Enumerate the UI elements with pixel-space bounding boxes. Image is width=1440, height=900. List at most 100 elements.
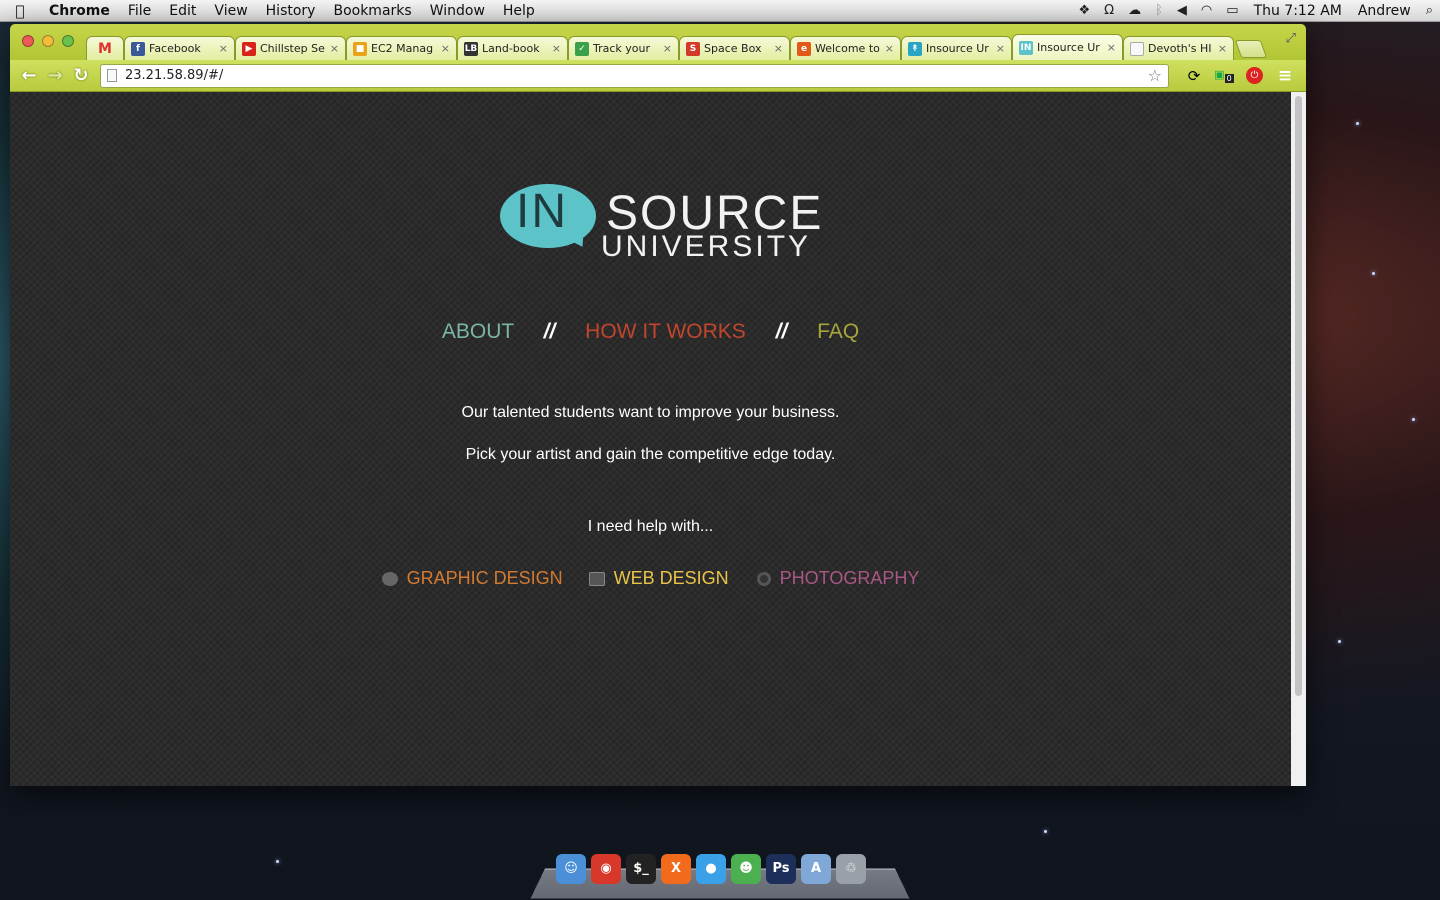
xampp-icon[interactable]: X — [661, 854, 691, 884]
terminal-icon[interactable]: $_ — [626, 854, 656, 884]
address-bar[interactable]: 23.21.58.89/#/ ☆ — [100, 63, 1169, 88]
close-window-button[interactable] — [22, 35, 34, 47]
adium-icon[interactable]: ☻ — [731, 854, 761, 884]
nav-faq-link[interactable]: FAQ — [817, 320, 859, 343]
bluetooth-icon[interactable]: ᛒ — [1148, 3, 1170, 18]
service-web-design[interactable]: WEB DESIGN — [588, 568, 729, 589]
back-button[interactable]: ← — [16, 65, 42, 86]
menu-history[interactable]: History — [257, 3, 325, 19]
bookmark-star-icon[interactable]: ☆ — [1148, 66, 1162, 85]
fullscreen-icon[interactable]: ⤢ — [1286, 31, 1296, 46]
browser-window-icon — [588, 571, 605, 586]
star-decoration — [1356, 122, 1359, 125]
scrollbar-thumb[interactable] — [1295, 96, 1302, 696]
menu-view[interactable]: View — [205, 3, 256, 19]
tab-1[interactable]: ▶ Chillstep Se × — [235, 36, 346, 60]
tab-close-icon[interactable]: × — [441, 42, 450, 55]
menu-file[interactable]: File — [119, 3, 160, 19]
nav-separator: // — [775, 320, 788, 343]
tab-5[interactable]: S Space Box × — [679, 36, 790, 60]
tab-close-icon[interactable]: × — [330, 42, 339, 55]
trash-icon[interactable]: ♲ — [836, 854, 866, 884]
menubar-user[interactable]: Andrew — [1350, 3, 1419, 19]
tab-9[interactable]: Devoth's HI × — [1123, 36, 1234, 60]
tab-7[interactable]: ↟ Insource Ur × — [901, 36, 1012, 60]
tab-title: EC2 Manag — [371, 42, 434, 55]
new-tab-button[interactable] — [1234, 40, 1268, 58]
gmail-icon: M — [98, 40, 112, 57]
menu-bookmarks[interactable]: Bookmarks — [324, 3, 420, 19]
page-viewport: IN SOURCE UNIVERSITY ABOUT // HOW IT WOR… — [10, 92, 1306, 786]
adblock-icon[interactable]: ⏻ — [1246, 67, 1263, 84]
service-graphic-design-label: GRAPHIC DESIGN — [406, 568, 563, 588]
tab-title: Track your — [593, 42, 651, 55]
star-decoration — [276, 860, 279, 863]
tab-favicon-icon: S — [686, 41, 700, 56]
tab-close-icon[interactable]: × — [774, 42, 783, 55]
tab-favicon-icon: e — [797, 41, 811, 56]
tab-close-icon[interactable]: × — [1107, 41, 1116, 54]
star-decoration — [1044, 830, 1047, 833]
wifi-icon[interactable]: ◠ — [1194, 3, 1219, 18]
forward-button[interactable]: → — [42, 65, 68, 86]
tab-favicon-icon: ■ — [353, 41, 367, 56]
tab-title: Space Box — [704, 42, 762, 55]
nav-how-it-works-link[interactable]: HOW IT WORKS — [585, 320, 746, 343]
tab-close-icon[interactable]: × — [1218, 42, 1227, 55]
mac-menubar:  Chrome File Edit View History Bookmark… — [0, 0, 1440, 22]
zoom-window-button[interactable] — [62, 35, 74, 47]
tab-gmail[interactable]: M — [86, 36, 124, 60]
tagline-primary: Our talented students want to improve yo… — [461, 404, 840, 421]
insource-logo[interactable]: IN SOURCE UNIVERSITY — [500, 180, 821, 276]
tab-title: Devoth's HI — [1148, 42, 1212, 55]
service-graphic-design[interactable]: GRAPHIC DESIGN — [381, 568, 563, 589]
service-web-design-label: WEB DESIGN — [613, 568, 729, 588]
status-tray: ❖ Ω ☁ ᛒ ◀ ◠ ▭ Thu 7:12 AM Andrew ⌕ — [1072, 0, 1440, 22]
photoshop-icon[interactable]: Ps — [766, 854, 796, 884]
activity-monitor-icon[interactable]: ▭ — [1219, 3, 1245, 18]
tab-8[interactable]: IN Insource Ur × — [1012, 34, 1123, 60]
menu-edit[interactable]: Edit — [160, 3, 205, 19]
extension-badge-icon[interactable]: ▣ 0 — [1209, 68, 1239, 84]
tab-3[interactable]: LB Land-book × — [457, 36, 568, 60]
help-prompt: I need help with... — [587, 518, 714, 535]
url-text[interactable]: 23.21.58.89/#/ — [125, 68, 1148, 83]
messages-icon[interactable]: ● — [696, 854, 726, 884]
cloud-icon[interactable]: ☁ — [1121, 3, 1148, 18]
chrome-icon[interactable]: ◉ — [591, 854, 621, 884]
reload-button[interactable]: ↻ — [68, 65, 94, 86]
tab-close-icon[interactable]: × — [663, 42, 672, 55]
menu-help[interactable]: Help — [494, 3, 544, 19]
menubar-clock[interactable]: Thu 7:12 AM — [1246, 3, 1350, 19]
tagline-secondary: Pick your artist and gain the competitiv… — [465, 446, 836, 463]
star-decoration — [1412, 418, 1415, 421]
tab-close-icon[interactable]: × — [552, 42, 561, 55]
tab-4[interactable]: ✓ Track your × — [568, 36, 679, 60]
chrome-menu-icon[interactable]: ≡ — [1270, 66, 1300, 86]
tab-close-icon[interactable]: × — [996, 42, 1005, 55]
vertical-scrollbar[interactable] — [1291, 92, 1306, 786]
tab-2[interactable]: ■ EC2 Manag × — [346, 36, 457, 60]
tab-favicon-icon: LB — [464, 41, 478, 56]
minimize-window-button[interactable] — [42, 35, 54, 47]
tab-favicon-icon: ✓ — [575, 41, 589, 56]
headphones-icon[interactable]: Ω — [1097, 3, 1121, 18]
applications-folder-icon[interactable]: A — [801, 854, 831, 884]
dropbox-icon[interactable]: ❖ — [1072, 3, 1098, 18]
nav-about-link[interactable]: ABOUT — [442, 320, 514, 343]
sync-extension-icon[interactable]: ⟳ — [1179, 67, 1209, 85]
apple-icon[interactable]:  — [0, 2, 40, 20]
tab-title: Chillstep Se — [260, 42, 325, 55]
finder-icon[interactable]: ☺ — [556, 854, 586, 884]
tab-favicon-icon — [1130, 41, 1144, 56]
service-photography[interactable]: PHOTOGRAPHY — [756, 568, 919, 589]
tab-6[interactable]: e Welcome to × — [790, 36, 901, 60]
tab-close-icon[interactable]: × — [885, 42, 894, 55]
menu-app-name[interactable]: Chrome — [40, 3, 119, 19]
tab-close-icon[interactable]: × — [219, 42, 228, 55]
volume-icon[interactable]: ◀ — [1170, 3, 1194, 18]
tab-0[interactable]: f Facebook × — [124, 36, 235, 60]
spotlight-search-icon[interactable]: ⌕ — [1419, 3, 1440, 18]
menu-window[interactable]: Window — [421, 3, 494, 19]
star-decoration — [1372, 272, 1375, 275]
